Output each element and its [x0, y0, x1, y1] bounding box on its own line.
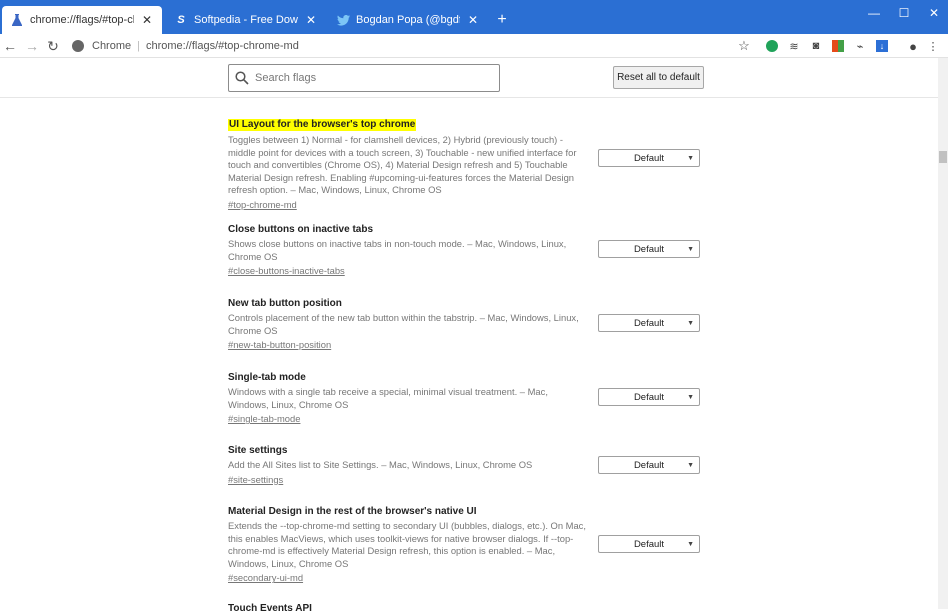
flag-description: Shows close buttons on inactive tabs in … — [228, 238, 567, 262]
flag-permalink[interactable]: #new-tab-button-position — [228, 339, 700, 351]
flags-header: Reset all to default — [0, 58, 948, 98]
flag-entry: Close buttons on inactive tabs Shows clo… — [228, 224, 700, 277]
flag-permalink[interactable]: #top-chrome-md — [228, 199, 700, 211]
tab-softpedia[interactable]: S Softpedia - Free Downloads Ency ✕ — [166, 6, 326, 34]
new-tab-button[interactable]: + — [494, 12, 510, 28]
flags-page: Reset all to default UI Layout for the b… — [0, 58, 948, 614]
flag-select-value: Default — [633, 243, 665, 255]
tab-title: Softpedia - Free Downloads Ency — [194, 14, 298, 26]
account-avatar-icon[interactable]: ● — [906, 39, 920, 54]
flag-permalink[interactable]: #site-settings — [228, 474, 700, 486]
flag-title: New tab button position — [228, 298, 342, 309]
grammarly-icon[interactable] — [765, 39, 779, 53]
flag-permalink[interactable]: #close-buttons-inactive-tabs — [228, 265, 700, 277]
download-extension-icon[interactable]: ↓ — [875, 39, 889, 53]
flag-entry: Single-tab mode Windows with a single ta… — [228, 372, 700, 425]
flag-select[interactable]: Default ▼ — [598, 149, 700, 167]
flag-title: Material Design in the rest of the brows… — [228, 506, 477, 517]
search-input[interactable] — [255, 72, 485, 84]
flag-select[interactable]: Default ▼ — [598, 456, 700, 474]
tab-twitter[interactable]: Bogdan Popa (@bgdftw) | Twitter ✕ — [328, 6, 488, 34]
tab-title: chrome://flags/#top-chrome-md — [30, 14, 134, 26]
chevron-down-icon: ▼ — [687, 394, 694, 401]
flag-title: Close buttons on inactive tabs — [228, 224, 374, 235]
url-text[interactable]: chrome://flags/#top-chrome-md — [146, 40, 299, 52]
minimize-button[interactable]: — — [864, 6, 884, 20]
maximize-button[interactable]: ☐ — [894, 6, 914, 20]
flag-entry: Site settings Add the All Sites list to … — [228, 445, 700, 486]
site-chip: Chrome — [92, 40, 132, 52]
flag-description: Add the All Sites list to Site Settings.… — [228, 459, 533, 470]
flag-title: UI Layout for the browser's top chrome — [228, 119, 417, 131]
layers-icon[interactable]: ≋ — [787, 39, 801, 53]
chevron-down-icon: ▼ — [687, 246, 694, 253]
pulse-icon[interactable]: ⌁ — [853, 39, 867, 53]
flag-entry: Material Design in the rest of the brows… — [228, 506, 700, 584]
flag-select-value: Default — [633, 459, 665, 471]
chevron-down-icon: ▼ — [687, 462, 694, 469]
flag-select-value: Default — [633, 317, 665, 329]
page-scrollbar[interactable] — [938, 58, 948, 609]
close-tab-icon[interactable]: ✕ — [304, 13, 318, 27]
chevron-down-icon: ▼ — [687, 541, 694, 548]
flag-select[interactable]: Default ▼ — [598, 388, 700, 406]
flag-entry: New tab button position Controls placeme… — [228, 298, 700, 351]
tab-flags[interactable]: chrome://flags/#top-chrome-md ✕ — [2, 6, 162, 34]
reset-all-button[interactable]: Reset all to default — [613, 66, 704, 89]
flask-icon — [10, 13, 24, 27]
flag-title: Touch Events API — [228, 603, 312, 614]
twitter-icon — [336, 13, 350, 27]
tab-strip: chrome://flags/#top-chrome-md ✕ S Softpe… — [0, 0, 948, 34]
flag-select[interactable]: Default ▼ — [598, 314, 700, 332]
flag-select-value: Default — [633, 538, 665, 550]
menu-kebab-icon[interactable]: ⋮ — [926, 39, 940, 53]
tab-title: Bogdan Popa (@bgdftw) | Twitter — [356, 14, 460, 26]
reload-icon[interactable]: ↻ — [44, 36, 62, 56]
colorful-extension-icon[interactable] — [831, 39, 845, 53]
back-arrow-icon[interactable]: ← — [1, 36, 19, 56]
flag-select-value: Default — [633, 152, 665, 164]
chevron-down-icon: ▼ — [687, 155, 694, 162]
bookmark-star-icon[interactable]: ☆ — [737, 38, 751, 53]
search-box[interactable] — [228, 64, 500, 92]
close-window-button[interactable]: ✕ — [924, 6, 944, 20]
forward-arrow-icon[interactable]: → — [23, 36, 41, 56]
search-icon — [235, 71, 249, 85]
chrome-site-icon — [72, 40, 84, 52]
flag-description: Toggles between 1) Normal - for clamshel… — [228, 134, 577, 196]
browser-toolbar: ← → ↻ Chrome | chrome://flags/#top-chrom… — [0, 34, 948, 58]
flag-description: Extends the --top-chrome-md setting to s… — [228, 520, 586, 569]
flag-description: Windows with a single tab receive a spec… — [228, 386, 548, 410]
flag-select[interactable]: Default ▼ — [598, 240, 700, 258]
omnibox[interactable]: Chrome | chrome://flags/#top-chrome-md — [72, 37, 732, 55]
flag-title: Single-tab mode — [228, 372, 306, 383]
close-tab-icon[interactable]: ✕ — [140, 13, 154, 27]
flag-permalink[interactable]: #secondary-ui-md — [228, 572, 700, 584]
chevron-down-icon: ▼ — [687, 320, 694, 327]
flag-select[interactable]: Default ▼ — [598, 535, 700, 553]
camera-icon[interactable]: ◙ — [809, 39, 823, 53]
flag-select-value: Default — [633, 391, 665, 403]
flag-entry: UI Layout for the browser's top chrome T… — [228, 114, 700, 211]
flag-entry: Touch Events API — [228, 603, 700, 615]
flag-permalink[interactable]: #single-tab-mode — [228, 413, 700, 425]
flag-description: Controls placement of the new tab button… — [228, 312, 579, 336]
softpedia-icon: S — [177, 14, 185, 26]
omnibox-divider: | — [137, 40, 140, 52]
scrollbar-thumb[interactable] — [939, 151, 947, 163]
close-tab-icon[interactable]: ✕ — [466, 13, 480, 27]
